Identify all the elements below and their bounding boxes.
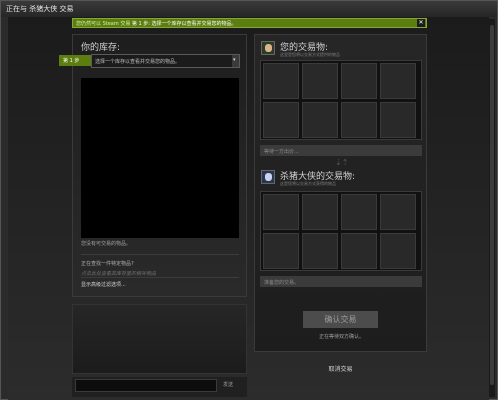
avatar-face <box>265 44 272 52</box>
confirm-trade-button[interactable]: 确认交易 <box>303 311 378 328</box>
item-info-panel <box>72 304 247 374</box>
window-scrollbar[interactable] <box>489 19 495 397</box>
window-titlebar[interactable]: 正在与 杀猪大侠 交易 <box>1 1 497 17</box>
your-avatar <box>261 41 275 55</box>
inventory-select[interactable]: 选择一个库存以查看并交易您的物品。 ▾ <box>91 54 240 68</box>
offer-slot <box>380 233 416 269</box>
partner-avatar <box>261 170 275 184</box>
trade-offers-panel: 您的交易物: 这里是您将以交易方式提供的物品 等待一方出价... ⇣⇡ 杀猪大侠… <box>254 34 427 352</box>
offer-slot[interactable] <box>263 63 299 99</box>
inventory-title: 你的库存: <box>81 43 121 53</box>
close-icon[interactable]: ✕ <box>417 19 425 27</box>
swap-arrows-icon: ⇣⇡ <box>335 158 349 167</box>
offer-slot[interactable] <box>341 63 377 99</box>
trade-window: 正在与 杀猪大侠 交易 您仍然可以 Steam 交易 第 1 步: 选择一个库存… <box>0 0 498 400</box>
window-title: 正在与 杀猪大侠 交易 <box>6 5 74 13</box>
step-badge: 第 1 步 <box>59 55 96 66</box>
confirm-status: 正在等待双方确认。 <box>318 334 364 340</box>
your-offer-grid <box>260 60 422 140</box>
chat-send-button[interactable]: 发送 <box>223 381 233 388</box>
scrollbar-thumb[interactable] <box>490 25 494 385</box>
inventory-status: 您没有可交易的物品。 <box>81 241 132 247</box>
inventory-panel: 你的库存: 第 1 步 选择一个库存以查看并交易您的物品。 ▾ 您没有可交易的物… <box>59 34 247 297</box>
inventory-select-placeholder: 选择一个库存以查看并交易您的物品。 <box>95 59 181 65</box>
offer-slot <box>263 233 299 269</box>
offer-slot[interactable] <box>380 102 416 138</box>
chat-input[interactable] <box>75 379 217 392</box>
offer-slot <box>302 194 338 230</box>
divider <box>81 277 239 278</box>
your-offer-status: 等待一方出价... <box>264 149 299 155</box>
notice-prefix: 您仍然可以 Steam 交易 <box>76 21 131 27</box>
filter-hint-sub[interactable]: 点击此处查看其库存里的相关物品 <box>81 270 156 277</box>
notice-bar: 您仍然可以 Steam 交易 第 1 步: 选择一个库存以查看并交易您的物品。 … <box>72 18 427 28</box>
their-offer-subtitle: 这是您将以交易方式获得的物品 <box>280 181 336 186</box>
offer-slot <box>341 194 377 230</box>
your-offer-status-bar: 等待一方出价... <box>260 145 422 156</box>
step-badge-label: 第 1 步 <box>63 58 80 64</box>
offer-slot <box>263 194 299 230</box>
inventory-items-area[interactable] <box>81 78 239 238</box>
their-offer-grid <box>260 191 422 271</box>
advanced-filter-link[interactable]: 显示高级过滤选项... <box>81 281 126 288</box>
offer-slot <box>302 233 338 269</box>
notice-step-text: 第 1 步: 选择一个库存以查看并交易您的物品。 <box>131 21 237 27</box>
avatar-face <box>265 173 272 181</box>
offer-slot <box>380 194 416 230</box>
chevron-down-icon: ▾ <box>233 57 236 63</box>
cancel-trade-link[interactable]: 取消交易 <box>254 364 427 373</box>
divider <box>81 254 239 255</box>
chat-row: 发送 <box>72 377 247 397</box>
filter-hint: 正在查找一件特定物品? <box>81 261 134 267</box>
offer-slot[interactable] <box>302 63 338 99</box>
their-offer-status-bar: 准备您的交易。 <box>260 276 422 287</box>
offer-slot <box>341 233 377 269</box>
notice-text: 您仍然可以 Steam 交易 第 1 步: 选择一个库存以查看并交易您的物品。 <box>76 20 237 27</box>
dropdown-button[interactable]: ▾ <box>232 55 239 67</box>
offer-slot[interactable] <box>380 63 416 99</box>
their-offer-status: 准备您的交易。 <box>264 280 300 286</box>
offer-slot[interactable] <box>263 102 299 138</box>
offer-slot[interactable] <box>341 102 377 138</box>
offer-slot[interactable] <box>302 102 338 138</box>
your-offer-subtitle: 这里是您将以交易方式提供的物品 <box>280 52 340 57</box>
